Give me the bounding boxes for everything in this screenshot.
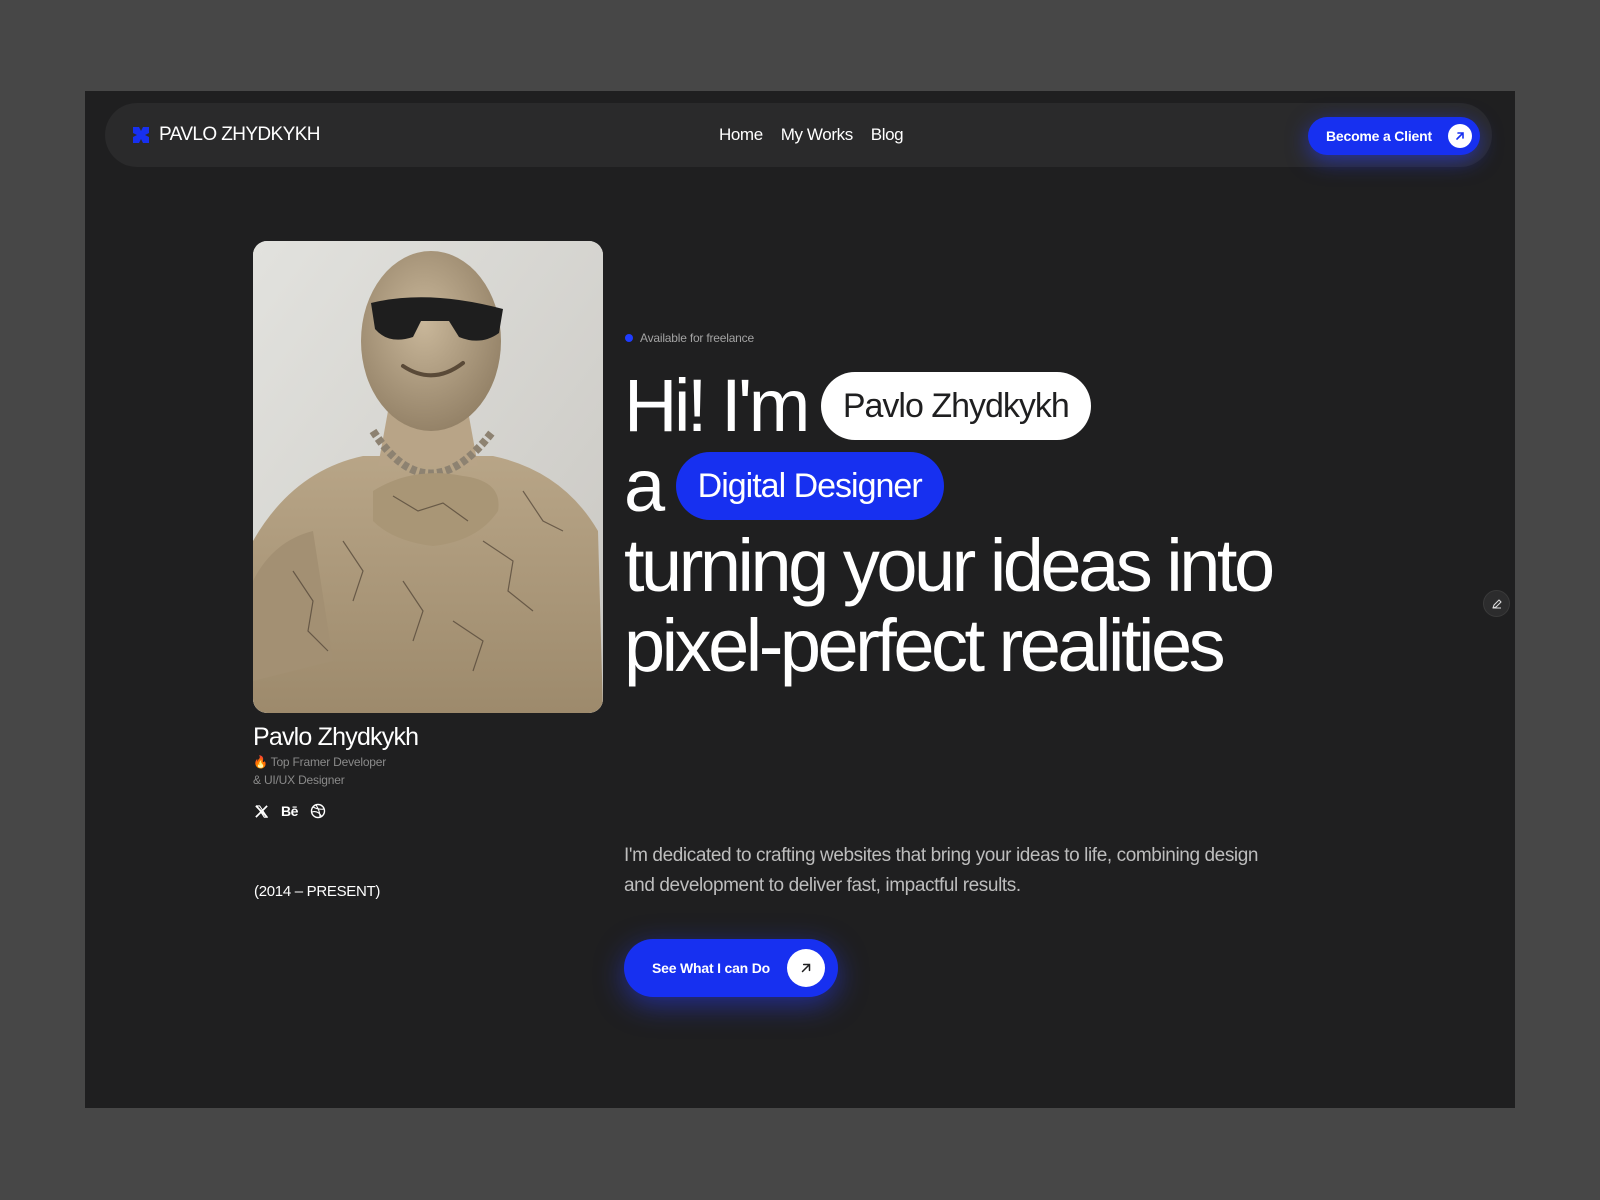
see-what-i-can-do-label: See What I can Do (652, 960, 770, 976)
status-dot (625, 334, 633, 342)
profile-role-line-2: & UI/UX Designer (253, 773, 345, 787)
headline-greeting: Hi! I'm (624, 364, 810, 447)
headline-line-1: Hi! I'm Pavlo Zhydkykh (624, 366, 1272, 446)
profile-role: 🔥 Top Framer Developer & UI/UX Designer (253, 753, 386, 789)
nav-link-home[interactable]: Home (719, 125, 763, 145)
page-frame: PAVLO ZHYDKYKH Home My Works Blog Become… (85, 91, 1515, 1108)
headline-text-4: pixel-perfect realities (624, 604, 1226, 687)
profile-role-line-1: 🔥 Top Framer Developer (253, 755, 387, 769)
see-what-i-can-do-button[interactable]: See What I can Do (624, 939, 838, 997)
navbar: PAVLO ZHYDKYKH Home My Works Blog Become… (105, 103, 1492, 167)
edit-pencil-icon[interactable] (1483, 590, 1510, 617)
arrow-up-right-icon (787, 949, 825, 987)
headline-line-3: turning your ideas into (624, 524, 1275, 607)
hero-description: I'm dedicated to crafting websites that … (624, 845, 1259, 896)
years-active: (2014 – PRESENT) (254, 883, 381, 900)
headline-line-4: pixel-perfect realities (624, 606, 1272, 686)
hero-headline: Hi! I'm Pavlo Zhydkykh a Digital Designe… (624, 366, 1275, 686)
profile-photo (253, 241, 603, 713)
headline-article: a (624, 444, 665, 527)
profile-name: Pavlo Zhydkykh (253, 723, 419, 751)
nav-link-blog[interactable]: Blog (871, 125, 904, 145)
become-client-button[interactable]: Become a Client (1308, 117, 1480, 155)
brand-logo-icon (133, 127, 149, 143)
become-client-label: Become a Client (1326, 128, 1432, 144)
x-twitter-icon[interactable] (254, 804, 269, 819)
dribbble-icon[interactable] (310, 803, 326, 819)
brand-logo-link[interactable]: PAVLO ZHYDKYKH (131, 124, 320, 146)
behance-icon[interactable]: Bē (281, 803, 298, 819)
arrow-up-right-icon (1448, 124, 1472, 148)
brand-name: PAVLO ZHYDKYKH (159, 124, 320, 145)
headline-line-2: a Digital Designer (624, 446, 1272, 526)
name-pill: Pavlo Zhydkykh (820, 372, 1091, 440)
availability-status: Available for freelance (625, 331, 754, 345)
nav-link-my-works[interactable]: My Works (781, 125, 853, 145)
nav-links: Home My Works Blog (719, 125, 904, 145)
availability-label: Available for freelance (640, 331, 754, 345)
role-pill: Digital Designer (675, 452, 944, 520)
headline-text-3: turning your ideas into (624, 524, 1275, 607)
social-links: Bē (254, 803, 326, 819)
